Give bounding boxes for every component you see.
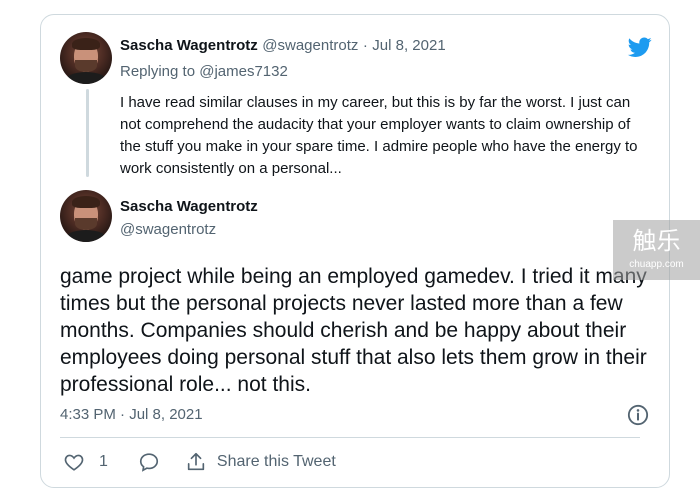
tweet-actions: 1 Share this Tweet xyxy=(63,451,336,473)
tweet-date[interactable]: Jul 8, 2021 xyxy=(372,37,445,54)
separator: · xyxy=(362,37,368,54)
divider xyxy=(60,437,640,438)
replying-to: Replying to @james7132 xyxy=(120,63,288,80)
quoted-tweet-text: I have read similar clauses in my career… xyxy=(120,94,638,177)
share-icon xyxy=(187,452,205,471)
author-handle[interactable]: @swagentrotz xyxy=(262,37,358,54)
replying-handle[interactable]: @james7132 xyxy=(199,63,288,80)
thread-line xyxy=(86,89,89,177)
reply-icon xyxy=(139,453,158,472)
reply-button[interactable] xyxy=(138,451,160,473)
watermark-logo: 触乐 xyxy=(632,227,681,255)
replying-label: Replying to xyxy=(120,63,196,80)
twitter-bird-icon[interactable] xyxy=(626,35,654,59)
author-name[interactable]: Sascha Wagentrotz xyxy=(120,37,258,54)
heart-icon xyxy=(64,454,84,471)
share-button[interactable]: Share this Tweet xyxy=(185,451,336,473)
like-button[interactable]: 1 xyxy=(63,451,138,473)
info-icon[interactable] xyxy=(627,404,649,426)
watermark: 触乐 chuapp.com xyxy=(613,220,700,280)
tweet-timestamp[interactable]: 4:33 PM · Jul 8, 2021 xyxy=(60,406,203,423)
avatar[interactable] xyxy=(60,32,112,84)
author-name[interactable]: Sascha Wagentrotz xyxy=(120,198,258,215)
quoted-tweet-header: Sascha Wagentrotz @swagentrotz · Jul 8, … xyxy=(120,37,446,55)
watermark-domain: chuapp.com xyxy=(629,259,684,270)
avatar[interactable] xyxy=(60,190,112,242)
author-handle[interactable]: @swagentrotz xyxy=(120,221,216,238)
tweet-card: Sascha Wagentrotz @swagentrotz · Jul 8, … xyxy=(40,14,670,488)
tweet-text: game project while being an employed gam… xyxy=(60,265,647,396)
share-label: Share this Tweet xyxy=(216,453,336,470)
like-count: 1 xyxy=(99,453,108,470)
